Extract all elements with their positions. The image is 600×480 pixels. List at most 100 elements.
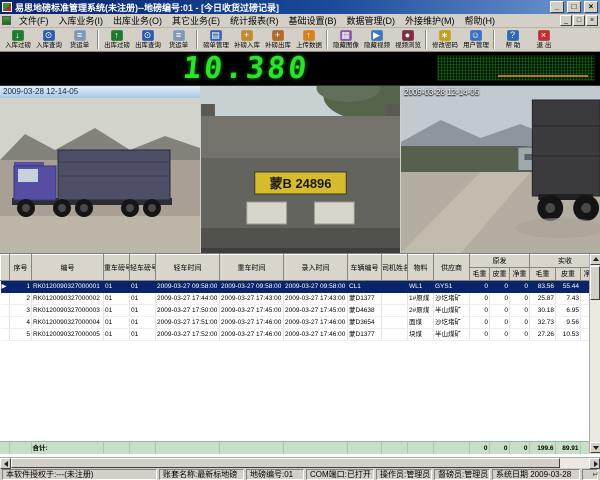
menu-item[interactable]: 帮助(H): [460, 13, 501, 28]
table-row[interactable]: 2RK012009032700000201012009-03-27 17:44:…: [1, 293, 600, 305]
menu-item[interactable]: 数据管理(D): [342, 13, 401, 28]
column-header[interactable]: 物料: [408, 255, 434, 281]
table-cell: RK0120090327000005: [32, 329, 104, 341]
toolbar-button-label: 隐藏图像: [333, 41, 359, 49]
table-cell: WL1: [408, 281, 434, 293]
table-row[interactable]: 5RK012009032700000501012009-03-27 17:52:…: [1, 329, 600, 341]
column-header[interactable]: 司机姓名: [382, 255, 408, 281]
table-cell: 2009-03-27 17:43:00: [220, 293, 284, 305]
table-cell: 0: [510, 281, 530, 293]
column-header[interactable]: 净重: [510, 268, 530, 281]
toolbar-button-补磅出库[interactable]: +补磅出库: [262, 29, 293, 51]
menu-item[interactable]: 文件(F): [14, 13, 54, 28]
toolbar-button-补磅入库[interactable]: +补磅入库: [231, 29, 262, 51]
menu-item[interactable]: 基础设置(B): [284, 13, 342, 28]
table-cell: 01: [130, 317, 156, 329]
toolbar-button-视频浏览[interactable]: ●视频浏览: [392, 29, 423, 51]
toolbar-button-label: 视频浏览: [395, 41, 421, 49]
camera-area: 2009-03-28 12-14-05: [0, 86, 600, 253]
toolbar-button-修改密码[interactable]: ∗修改密码: [429, 29, 460, 51]
scroll-down-button[interactable]: [590, 442, 600, 453]
toolbar-button-用户管理[interactable]: ☺用户管理: [460, 29, 491, 51]
table-row[interactable]: 4RK012009032700000401012009-03-27 17:51:…: [1, 317, 600, 329]
column-header[interactable]: 录入时间: [284, 255, 348, 281]
table-cell: 3: [10, 305, 32, 317]
minimize-button[interactable]: _: [550, 1, 564, 13]
outbound-query-icon: ⊙: [142, 30, 154, 41]
table-cell: 2#原煤: [408, 305, 434, 317]
child-close-button[interactable]: ×: [586, 15, 598, 26]
table-cell: [382, 329, 408, 341]
table-cell: 沙圪堵矿: [434, 317, 470, 329]
table-cell: 6.95: [556, 305, 581, 317]
column-header[interactable]: 轻车时间: [156, 255, 220, 281]
toolbar-button-入库查询[interactable]: ⊙入库查询: [33, 29, 64, 51]
table-cell: 2009-03-27 09:58:00: [220, 281, 284, 293]
close-button[interactable]: ×: [584, 1, 598, 13]
toolbar-button-货运单[interactable]: ≡货运单: [64, 29, 95, 51]
column-header[interactable]: 皮重: [490, 268, 510, 281]
column-header[interactable]: 编号: [32, 255, 104, 281]
column-header[interactable]: 皮重: [556, 268, 581, 281]
status-panel: 督磅员:管理员: [434, 469, 490, 480]
camera-left-timestamp: 2009-03-28 12-14-05: [0, 86, 200, 98]
column-header[interactable]: 重车磅号: [104, 255, 130, 281]
toolbar-button-隐藏视频[interactable]: ▶隐藏视频: [361, 29, 392, 51]
column-header[interactable]: 供应商: [434, 255, 470, 281]
toolbar-button-出库过磅[interactable]: ↑出库过磅: [101, 29, 132, 51]
child-minimize-button[interactable]: _: [560, 15, 572, 26]
table-cell: 2009-03-27 17:43:00: [284, 293, 348, 305]
column-header[interactable]: [1, 255, 10, 281]
status-panel: 操作员:管理员: [376, 469, 432, 480]
table-cell: 0: [510, 317, 530, 329]
toolbar-button-磅单管理[interactable]: ▤磅单管理: [200, 29, 231, 51]
total-cell: [433, 442, 469, 454]
horizontal-scroll-thumb[interactable]: [11, 458, 560, 468]
toolbar-button-label: 出库过磅: [104, 41, 130, 49]
menu-item[interactable]: 出库业务(O): [108, 13, 167, 28]
toolbar-button-帮 助[interactable]: ?帮 助: [497, 29, 528, 51]
toolbar-button-入库过磅[interactable]: ↓入库过磅: [2, 29, 33, 51]
table-cell: 0: [510, 293, 530, 305]
toolbar-button-上传数据[interactable]: ↑上传数据: [293, 29, 324, 51]
column-header[interactable]: 车辆编号: [348, 255, 382, 281]
resize-grip: ↵: [592, 469, 599, 480]
table-cell: 0: [470, 317, 490, 329]
toolbar-separator: [196, 30, 198, 49]
toolbar-button-退 出[interactable]: ×退 出: [528, 29, 559, 51]
table-cell: 01: [104, 281, 130, 293]
column-header[interactable]: 重车时间: [220, 255, 284, 281]
table-cell: 0: [490, 281, 510, 293]
scroll-left-button[interactable]: [0, 458, 11, 469]
vertical-scrollbar[interactable]: [589, 254, 600, 453]
scroll-right-button[interactable]: [589, 458, 600, 469]
vertical-scroll-thumb[interactable]: [590, 266, 600, 300]
total-row: 合计:000199.689.91: [0, 442, 600, 454]
child-restore-button[interactable]: □: [573, 15, 585, 26]
column-header[interactable]: 毛重: [470, 268, 490, 281]
column-header[interactable]: 轻车磅号: [130, 255, 156, 281]
table-cell: 2009-03-27 09:58:00: [156, 281, 220, 293]
table-row[interactable]: ▶1RK012009032700000101012009-03-27 09:58…: [1, 281, 600, 293]
menu-item[interactable]: 统计报表(R): [225, 13, 284, 28]
toolbar-button-货运单[interactable]: ≡货运单: [163, 29, 194, 51]
column-header[interactable]: 序号: [10, 255, 32, 281]
table-cell: 83.56: [530, 281, 556, 293]
table-cell: GYS1: [434, 281, 470, 293]
column-header[interactable]: 毛重: [530, 268, 556, 281]
table-cell: 2009-03-27 17:44:00: [156, 293, 220, 305]
table-row[interactable]: 3RK012009032700000301012009-03-27 17:50:…: [1, 305, 600, 317]
toolbar-button-隐藏图像[interactable]: ▦隐藏图像: [330, 29, 361, 51]
toolbar-button-出库查询[interactable]: ⊙出库查询: [132, 29, 163, 51]
toolbar-button-label: 用户管理: [463, 41, 489, 49]
scroll-up-button[interactable]: [590, 254, 600, 265]
table-cell: 0: [470, 281, 490, 293]
table-cell: 25.87: [530, 293, 556, 305]
menu-item[interactable]: 其它业务(E): [167, 13, 225, 28]
table-cell: 0: [470, 293, 490, 305]
menu-items: 文件(F)入库业务(I)出库业务(O)其它业务(E)统计报表(R)基础设置(B)…: [14, 13, 500, 28]
menu-item[interactable]: 入库业务(I): [54, 13, 109, 28]
menu-item[interactable]: 外接维护(M): [400, 13, 460, 28]
maximize-button[interactable]: □: [567, 1, 581, 13]
horizontal-scrollbar[interactable]: [0, 457, 600, 468]
